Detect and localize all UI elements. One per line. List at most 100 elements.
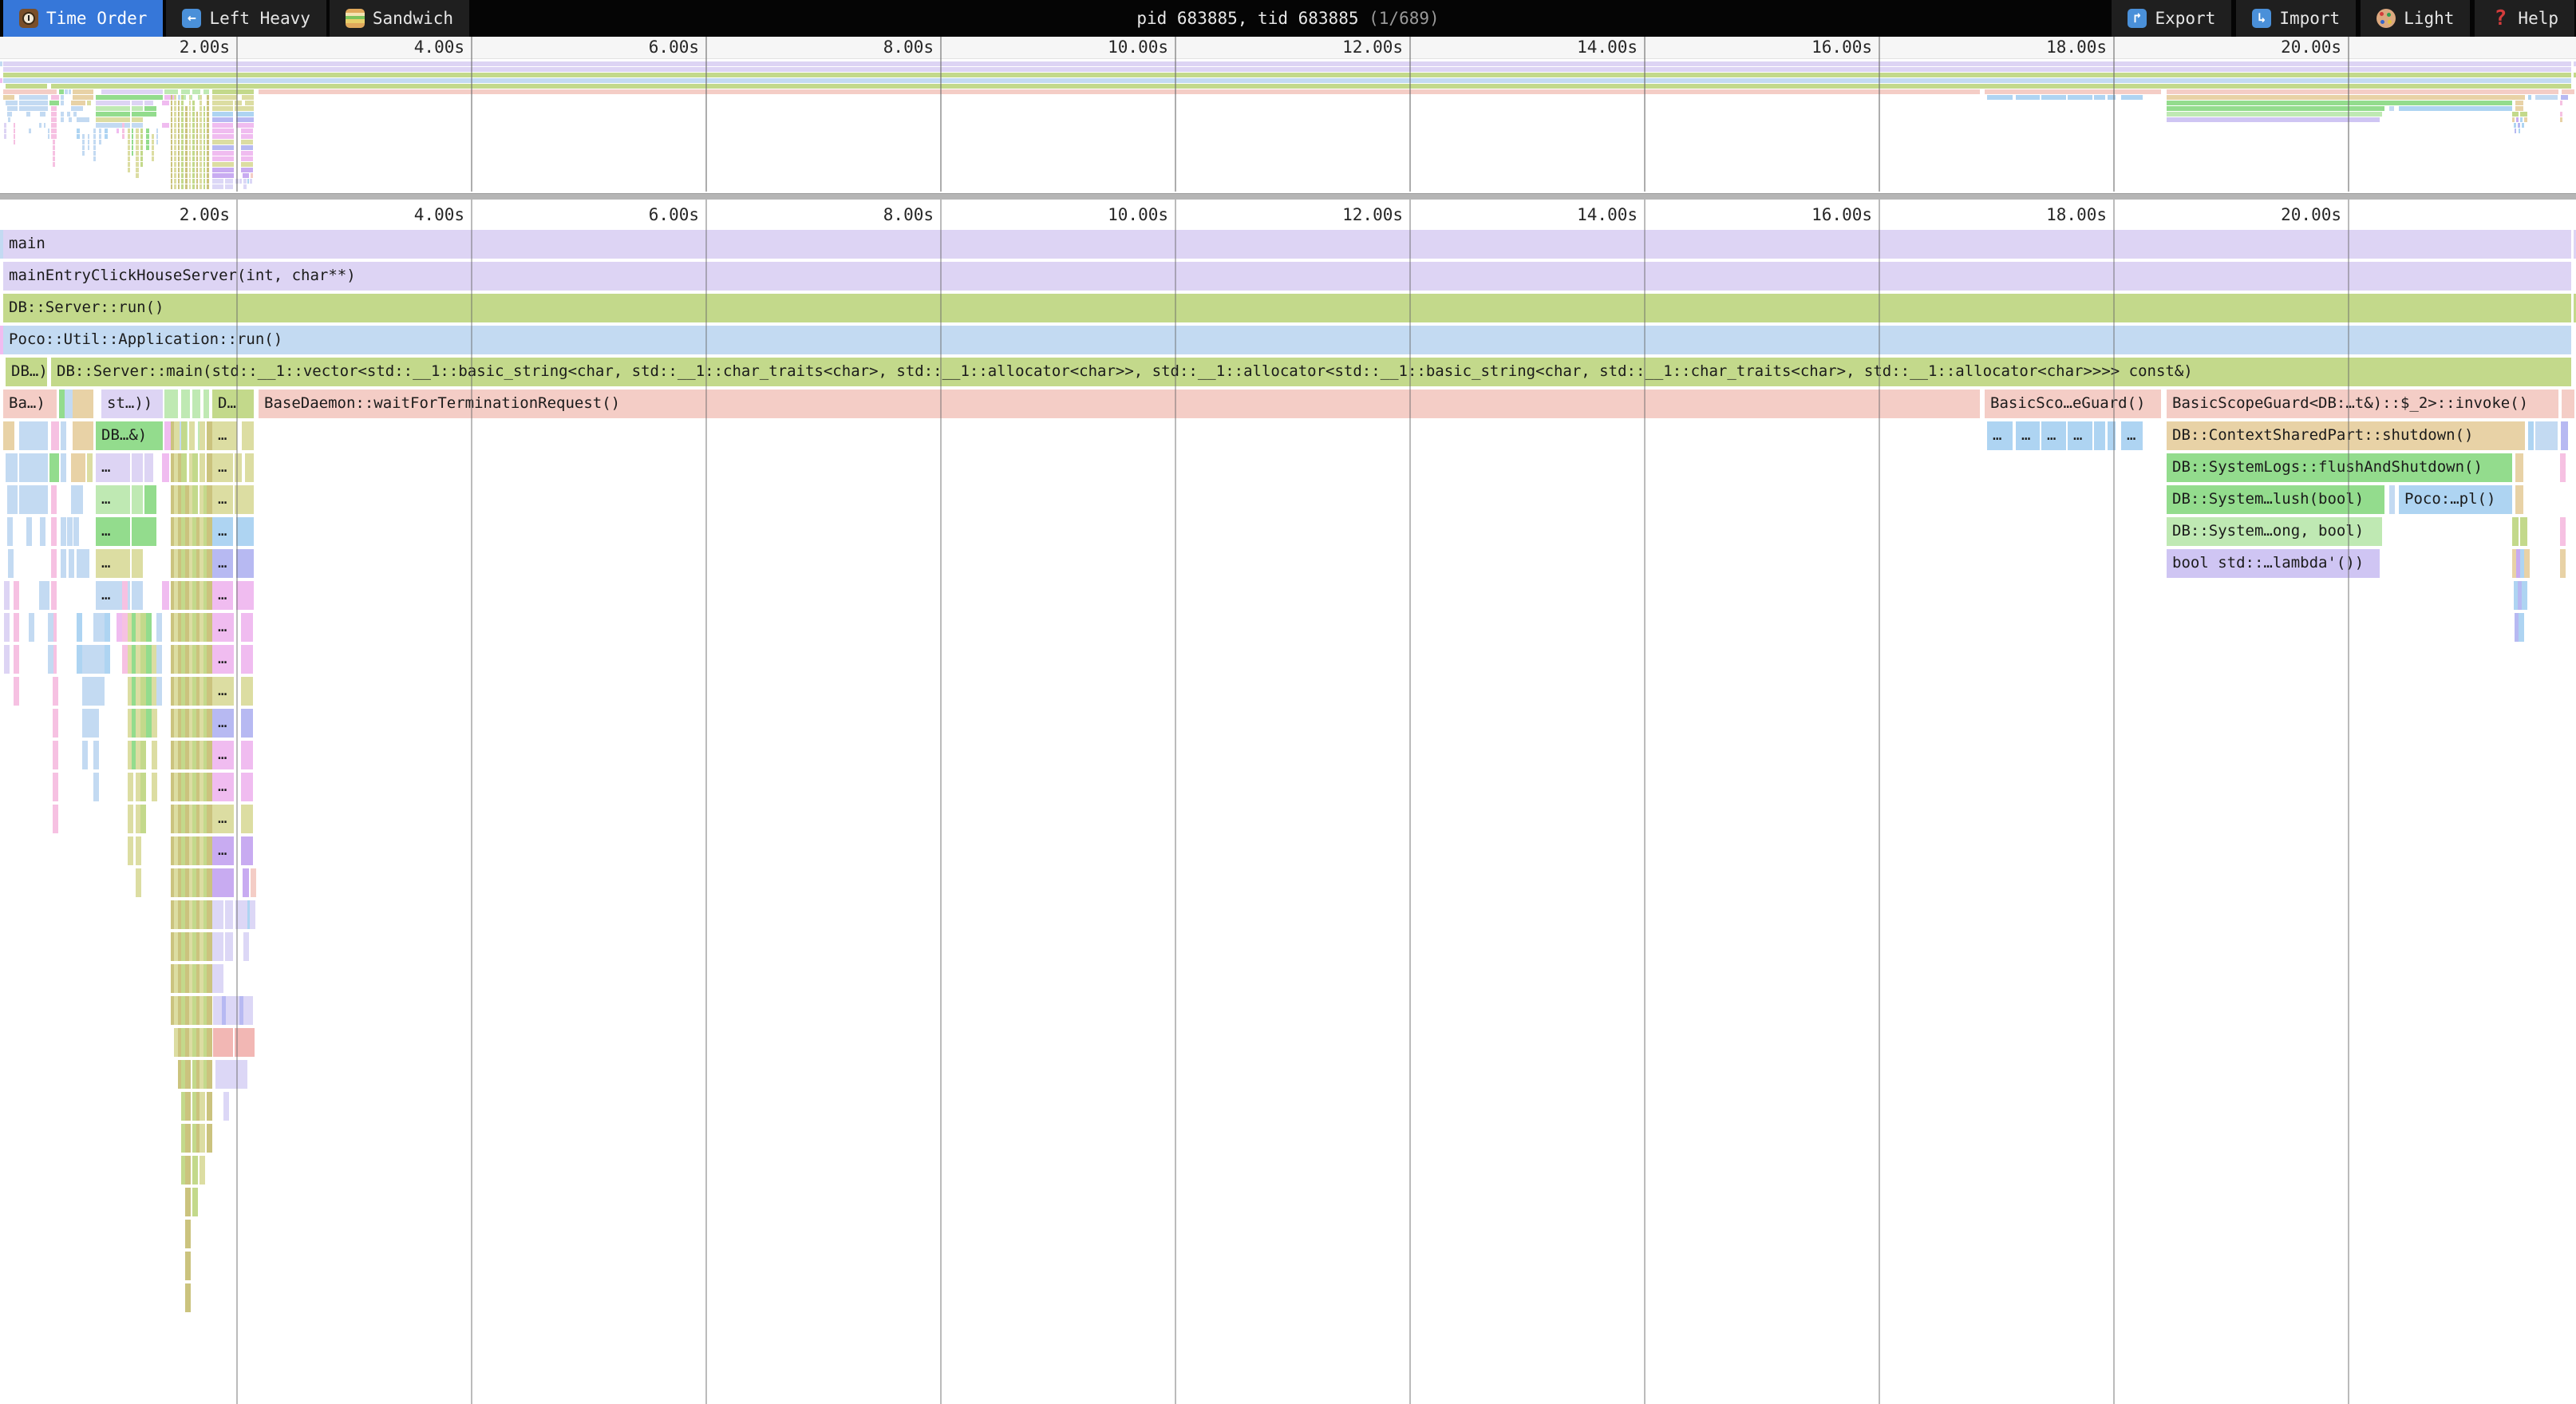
flame-frame[interactable]: main — [3, 230, 2571, 259]
flame-frame[interactable] — [207, 1028, 212, 1057]
flame-frame[interactable] — [227, 1028, 233, 1057]
flame-frame[interactable] — [48, 613, 53, 642]
flame-frame[interactable] — [200, 1156, 205, 1185]
flame-frame[interactable] — [4, 645, 10, 674]
flame-frame[interactable]: … — [96, 485, 130, 514]
flame-frame[interactable] — [189, 421, 195, 450]
flame-frame[interactable] — [2519, 613, 2524, 642]
flame-frame[interactable] — [53, 677, 58, 706]
flame-frame[interactable] — [207, 677, 212, 706]
flame-frame[interactable] — [223, 1092, 229, 1121]
flame-frame[interactable] — [122, 645, 128, 674]
flame-frame[interactable] — [185, 1060, 191, 1089]
flame-frame[interactable]: … — [2121, 421, 2143, 450]
flame-frame[interactable] — [132, 581, 143, 610]
flame-frame[interactable] — [218, 1028, 223, 1057]
flame-frame[interactable] — [132, 485, 143, 514]
flame-frame[interactable] — [2389, 485, 2395, 514]
flame-frame[interactable] — [152, 741, 157, 769]
flame-frame[interactable] — [2528, 421, 2534, 450]
flame-frame[interactable] — [29, 613, 34, 642]
flame-frame[interactable] — [2560, 517, 2566, 546]
flame-frame[interactable] — [4, 581, 10, 610]
flame-frame[interactable] — [241, 709, 253, 738]
flame-frame[interactable] — [207, 868, 212, 897]
flame-frame[interactable] — [185, 1252, 191, 1280]
flame-frame[interactable] — [162, 581, 169, 610]
flame-frame[interactable] — [61, 549, 66, 578]
flame-frame[interactable]: DB…&) — [96, 421, 163, 450]
flame-frame[interactable] — [241, 677, 253, 706]
flame-frame[interactable] — [51, 517, 57, 546]
flame-frame[interactable] — [207, 549, 212, 578]
flame-frame[interactable] — [181, 421, 187, 450]
flame-frame[interactable] — [207, 453, 212, 482]
flame-frame[interactable]: … — [212, 517, 233, 546]
flame-frame[interactable] — [185, 1092, 191, 1121]
flame-frame[interactable]: … — [212, 549, 233, 578]
flame-frame[interactable] — [2515, 453, 2523, 482]
flame-frame[interactable] — [2560, 549, 2566, 578]
flame-frame[interactable]: DB::ContextSharedPart::shutdown() — [2167, 421, 2525, 450]
flame-frame[interactable] — [3, 421, 14, 450]
flame-frame[interactable] — [207, 1060, 212, 1089]
flame-frame[interactable] — [128, 836, 133, 865]
flame-frame[interactable] — [225, 900, 233, 929]
flame-frame[interactable] — [207, 709, 212, 738]
flame-frame[interactable] — [144, 453, 153, 482]
flame-frame[interactable] — [241, 773, 253, 801]
flame-frame[interactable]: BasicSco…eGuard() — [1985, 390, 2161, 418]
flame-frame[interactable] — [93, 677, 99, 706]
flame-frame[interactable] — [53, 741, 58, 769]
flame-frame[interactable]: … — [96, 453, 130, 482]
flame-frame[interactable] — [53, 709, 58, 738]
flame-frame[interactable] — [2524, 549, 2530, 578]
flame-frame[interactable] — [71, 485, 83, 514]
flame-frame[interactable] — [140, 805, 146, 833]
flame-frame[interactable] — [53, 805, 58, 833]
flame-frame[interactable] — [2515, 485, 2523, 514]
flame-frame[interactable]: … — [212, 836, 234, 865]
flame-frame[interactable] — [152, 709, 157, 738]
flame-frame[interactable]: … — [212, 485, 233, 514]
flame-frame[interactable] — [207, 996, 212, 1025]
flame-frame[interactable] — [245, 453, 254, 482]
flame-frame[interactable] — [223, 1060, 229, 1089]
flamegraph-view[interactable]: mainmainEntryClickHouseServer(int, char*… — [0, 0, 2576, 1404]
flame-frame[interactable]: BasicScopeGuard<DB:…t&)::$_2>::invoke() — [2167, 390, 2558, 418]
flame-frame[interactable] — [93, 773, 99, 801]
flame-frame[interactable] — [128, 805, 133, 833]
flame-frame[interactable] — [174, 421, 180, 450]
flame-frame[interactable] — [140, 741, 146, 769]
flame-frame[interactable]: … — [212, 773, 234, 801]
flame-frame[interactable] — [140, 677, 146, 706]
flame-frame[interactable] — [88, 677, 93, 706]
flame-frame[interactable] — [44, 581, 49, 610]
flame-frame[interactable] — [140, 645, 146, 674]
flame-frame[interactable] — [88, 645, 93, 674]
flame-frame[interactable] — [242, 421, 254, 450]
flame-frame[interactable] — [192, 1188, 198, 1216]
flame-frame[interactable] — [207, 741, 212, 769]
flame-frame[interactable] — [136, 868, 141, 897]
flame-frame[interactable] — [200, 421, 205, 450]
flame-frame[interactable] — [26, 517, 32, 546]
flame-frame[interactable] — [249, 1028, 255, 1057]
flame-frame[interactable] — [19, 485, 48, 514]
flame-frame[interactable] — [156, 645, 162, 674]
flame-frame[interactable] — [185, 1220, 191, 1248]
flame-frame[interactable] — [99, 613, 105, 642]
flame-frame[interactable]: DB::Server::main(std::__1::vector<std::_… — [51, 358, 2571, 386]
flame-frame[interactable] — [192, 390, 200, 418]
flame-frame[interactable] — [2535, 421, 2558, 450]
flame-frame[interactable] — [181, 390, 190, 418]
flame-frame[interactable] — [144, 485, 156, 514]
flame-frame[interactable] — [40, 517, 45, 546]
flame-frame[interactable] — [203, 390, 209, 418]
flame-frame[interactable] — [200, 1092, 205, 1121]
flame-frame[interactable] — [82, 741, 88, 769]
flame-frame[interactable] — [241, 805, 253, 833]
flame-frame[interactable] — [200, 1124, 205, 1153]
flame-frame[interactable] — [207, 517, 212, 546]
flame-frame[interactable] — [2512, 517, 2519, 546]
